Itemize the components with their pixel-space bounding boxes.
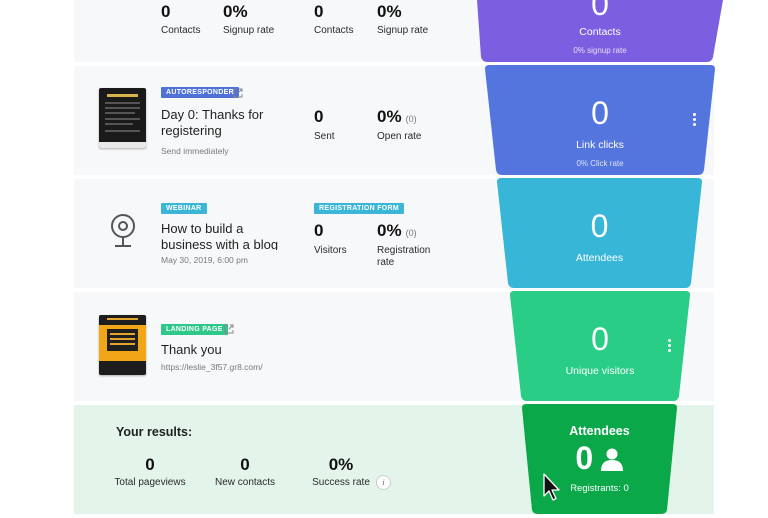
stat-value: 0% [377,2,402,21]
webinar-title-line2[interactable]: business with a blog [161,237,278,250]
funnel-step-attendees[interactable]: 0 Attendees [497,178,702,288]
stat-label: Visitors [314,245,347,256]
stat-label: Contacts [161,25,201,36]
webinar-icon [111,214,135,247]
stat-label: Sent [314,131,335,142]
funnel-step-unique-visitors[interactable]: 0 Unique visitors [510,291,690,401]
badge-landing-page: LANDING PAGE [161,324,228,335]
stat-value: 0% (0) [377,221,417,241]
landing-page-title[interactable]: Thank you [161,342,222,358]
funnel-sub: 0% Click rate [576,159,624,168]
result-value: 0 [240,455,250,474]
funnel-label: Attendees [575,252,624,264]
stat-count: (0) [405,228,417,238]
stat-label-line2: rate [377,257,395,268]
funnel-step-link-clicks[interactable]: 0 Link clicks 0% Click rate [485,65,715,175]
external-link-icon[interactable] [233,88,243,98]
stat-value: 0 [161,2,171,21]
results-value-text: 0 [575,440,594,476]
stat-label: Open rate [377,131,422,142]
result-label: Total pageviews [114,477,186,488]
result-value: 0 [145,455,155,474]
badge-registration-form: REGISTRATION FORM [314,203,405,214]
landing-page-url[interactable]: https://leslie_3f57.gr8.com/ [161,362,263,372]
funnel-label: Link clicks [576,139,624,151]
stat-label-line1: Registration [377,245,431,256]
stat-count: (0) [405,114,417,124]
external-link-icon[interactable] [224,324,234,334]
funnel-sub: 0% signup rate [573,46,627,55]
result-label: Success rate [312,477,370,488]
result-value: 0% [328,455,354,474]
stat-label: Signup rate [377,25,429,36]
stat-value: 0% (0) [377,107,417,127]
badge-webinar: WEBINAR [161,203,207,214]
email-title-line1[interactable]: Day 0: Thanks for [161,107,263,123]
results-heading: Your results: [116,425,193,439]
stat-value: 0 [314,107,324,126]
landing-page-thumbnail [99,315,146,375]
result-label: New contacts [214,477,276,488]
stat-value: 0 [314,221,324,240]
webinar-title-line1[interactable]: How to build a [161,221,243,237]
stat-value: 0% [223,2,248,21]
mouse-cursor-icon [543,473,560,501]
stat-value: 0 [314,2,324,21]
info-icon[interactable]: i [376,475,391,490]
email-title-line2[interactable]: registering [161,123,222,139]
more-options-icon[interactable] [668,339,671,354]
results-funnel-value: 0 [522,440,677,477]
funnel-label: Contacts [579,26,621,38]
funnel-step-contacts[interactable]: 0 Contacts 0% signup rate [477,0,723,62]
stat-value-text: 0% [377,107,402,126]
funnel-value: 0 [591,95,609,131]
funnel-value: 0 [591,0,609,22]
funnel-value: 0 [590,208,609,244]
badge-autoresponder: AUTORESPONDER [161,87,239,98]
results-funnel-title: Attendees [569,424,630,438]
webinar-title-clip: business with a blog [161,237,278,250]
stat-label: Signup rate [223,25,275,36]
funnel-label: Unique visitors [565,365,635,377]
email-thumbnail [99,88,146,148]
user-icon [600,448,623,471]
stat-value-text: 0% [377,221,402,240]
funnel-value: 0 [591,321,609,357]
webinar-date: May 30, 2019, 6:00 pm [161,255,248,265]
more-options-icon[interactable] [693,113,696,128]
email-subtitle: Send immediately [161,146,229,156]
stat-label: Contacts [314,25,354,36]
